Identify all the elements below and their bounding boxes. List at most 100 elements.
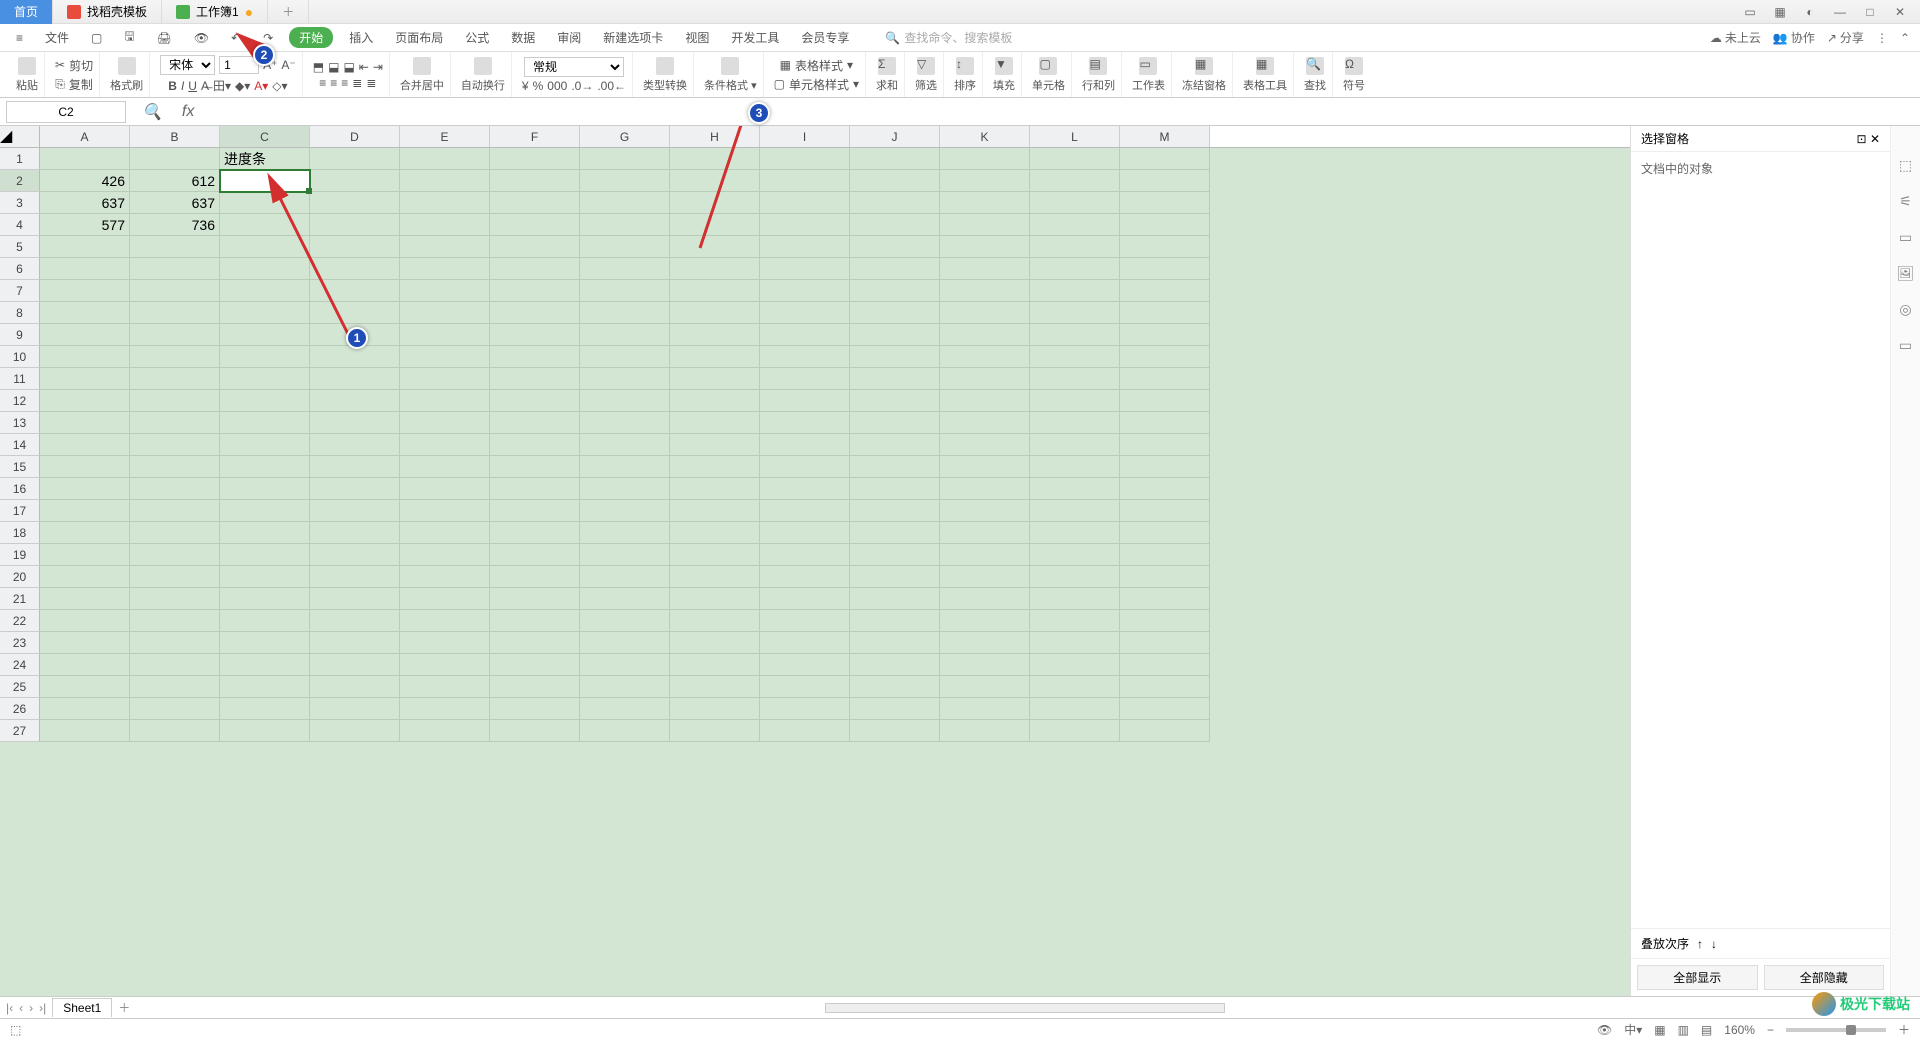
cell-L26[interactable] <box>1030 698 1120 720</box>
cell-J21[interactable] <box>850 588 940 610</box>
underline-button[interactable]: U <box>188 79 197 93</box>
cell-H19[interactable] <box>670 544 760 566</box>
cell-E10[interactable] <box>400 346 490 368</box>
cell-D19[interactable] <box>310 544 400 566</box>
cell-I7[interactable] <box>760 280 850 302</box>
cell-D10[interactable] <box>310 346 400 368</box>
cell-F11[interactable] <box>490 368 580 390</box>
number-format-select[interactable]: 常规 <box>524 57 624 77</box>
cell-D18[interactable] <box>310 522 400 544</box>
cell-D27[interactable] <box>310 720 400 742</box>
row-header-2[interactable]: 2 <box>0 170 40 192</box>
cell-J17[interactable] <box>850 500 940 522</box>
tab-template[interactable]: 找稻壳模板 <box>53 0 162 24</box>
maximize-button[interactable]: □ <box>1860 2 1880 22</box>
cell-M20[interactable] <box>1120 566 1210 588</box>
rail-chart-icon[interactable]: ▭ <box>1897 228 1915 246</box>
cell-J8[interactable] <box>850 302 940 324</box>
cell-reference-box[interactable]: C2 <box>6 101 126 123</box>
font-name-select[interactable]: 宋体 <box>160 55 215 75</box>
cell-H3[interactable] <box>670 192 760 214</box>
cell-J25[interactable] <box>850 676 940 698</box>
cell-D2[interactable] <box>310 170 400 192</box>
cell-D26[interactable] <box>310 698 400 720</box>
cell-B20[interactable] <box>130 566 220 588</box>
cell-H18[interactable] <box>670 522 760 544</box>
symbol-icon[interactable]: Ω <box>1345 57 1363 75</box>
cell-A1[interactable] <box>40 148 130 170</box>
cell-H27[interactable] <box>670 720 760 742</box>
increase-font-icon[interactable]: A⁺ <box>263 58 277 72</box>
cell-H8[interactable] <box>670 302 760 324</box>
cell-A18[interactable] <box>40 522 130 544</box>
cell-M1[interactable] <box>1120 148 1210 170</box>
rail-style-icon[interactable]: ⚟ <box>1897 192 1915 210</box>
cell-I1[interactable] <box>760 148 850 170</box>
cell-L5[interactable] <box>1030 236 1120 258</box>
col-header-E[interactable]: E <box>400 126 490 147</box>
cell-C20[interactable] <box>220 566 310 588</box>
cell-K13[interactable] <box>940 412 1030 434</box>
border-button[interactable]: 田▾ <box>213 77 231 94</box>
cell-L25[interactable] <box>1030 676 1120 698</box>
col-header-H[interactable]: H <box>670 126 760 147</box>
cell-F2[interactable] <box>490 170 580 192</box>
sum-icon[interactable]: Σ <box>878 57 896 75</box>
cell-G6[interactable] <box>580 258 670 280</box>
cell-L17[interactable] <box>1030 500 1120 522</box>
cell-B15[interactable] <box>130 456 220 478</box>
cell-H7[interactable] <box>670 280 760 302</box>
cell-K20[interactable] <box>940 566 1030 588</box>
col-header-A[interactable]: A <box>40 126 130 147</box>
cell-I17[interactable] <box>760 500 850 522</box>
cell-L20[interactable] <box>1030 566 1120 588</box>
cell-I13[interactable] <box>760 412 850 434</box>
status-eye-icon[interactable]: 👁 <box>1597 1023 1612 1037</box>
cell-H13[interactable] <box>670 412 760 434</box>
sort-icon[interactable]: ↕ <box>956 57 974 75</box>
cell-G15[interactable] <box>580 456 670 478</box>
status-lang-icon[interactable]: 中▾ <box>1624 1021 1642 1038</box>
row-header-13[interactable]: 13 <box>0 412 40 434</box>
strikethrough-button[interactable]: A̶ <box>201 79 209 93</box>
row-header-25[interactable]: 25 <box>0 676 40 698</box>
cell-J10[interactable] <box>850 346 940 368</box>
row-header-9[interactable]: 9 <box>0 324 40 346</box>
row-header-17[interactable]: 17 <box>0 500 40 522</box>
cell-L16[interactable] <box>1030 478 1120 500</box>
cell-C23[interactable] <box>220 632 310 654</box>
cell-G12[interactable] <box>580 390 670 412</box>
menu-member[interactable]: 会员专享 <box>795 29 855 46</box>
dec-dec-icon[interactable]: .00← <box>597 79 626 93</box>
cell-M22[interactable] <box>1120 610 1210 632</box>
cell-C6[interactable] <box>220 258 310 280</box>
view-pagelayout-icon[interactable]: ▤ <box>1701 1023 1712 1037</box>
cell-C2[interactable] <box>220 170 310 192</box>
cell-A13[interactable] <box>40 412 130 434</box>
cell-F23[interactable] <box>490 632 580 654</box>
cell-A19[interactable] <box>40 544 130 566</box>
cell-A9[interactable] <box>40 324 130 346</box>
row-header-22[interactable]: 22 <box>0 610 40 632</box>
cell-K17[interactable] <box>940 500 1030 522</box>
cell-J1[interactable] <box>850 148 940 170</box>
filter-icon[interactable]: ▽ <box>917 57 935 75</box>
cell-E3[interactable] <box>400 192 490 214</box>
cell-L7[interactable] <box>1030 280 1120 302</box>
cond-format-icon[interactable] <box>721 57 739 75</box>
cell-H12[interactable] <box>670 390 760 412</box>
cell-H11[interactable] <box>670 368 760 390</box>
cell-F26[interactable] <box>490 698 580 720</box>
cell-B23[interactable] <box>130 632 220 654</box>
cell-L10[interactable] <box>1030 346 1120 368</box>
row-header-7[interactable]: 7 <box>0 280 40 302</box>
formula-input[interactable] <box>204 101 1920 123</box>
cell-E8[interactable] <box>400 302 490 324</box>
cell-J9[interactable] <box>850 324 940 346</box>
sheet-tab-1[interactable]: Sheet1 <box>52 998 112 1017</box>
cell-D13[interactable] <box>310 412 400 434</box>
thousands-icon[interactable]: 000 <box>547 79 567 93</box>
cell-H23[interactable] <box>670 632 760 654</box>
cell-A7[interactable] <box>40 280 130 302</box>
cell-C27[interactable] <box>220 720 310 742</box>
